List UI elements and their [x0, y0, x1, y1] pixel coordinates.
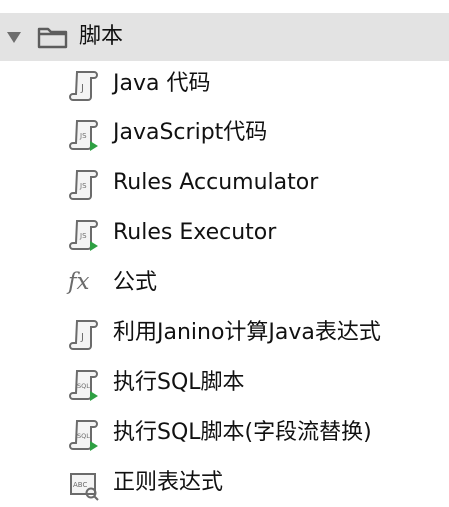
list-item-regex[interactable]: ABC 正则表达式 — [64, 460, 444, 507]
disclosure-triangle-icon[interactable] — [7, 32, 21, 43]
svg-text:JS: JS — [79, 132, 87, 140]
script-run-icon: JS — [69, 120, 98, 151]
list-item-label: 执行SQL脚本 — [113, 370, 245, 395]
list-item-label: JavaScript代码 — [113, 120, 268, 145]
list-item-janino-expression[interactable]: J 利用Janino计算Java表达式 — [64, 310, 444, 358]
fx-icon: fx — [68, 269, 90, 295]
list-item-execute-sql[interactable]: SQL 执行SQL脚本 — [64, 360, 444, 408]
svg-text:JS: JS — [79, 182, 87, 190]
list-item-formula[interactable]: fx 公式 — [64, 260, 444, 308]
list-item-label: 正则表达式 — [113, 470, 224, 495]
svg-text:J: J — [80, 83, 84, 94]
script-icon: JS — [69, 170, 98, 200]
list-item-label: 利用Janino计算Java表达式 — [113, 320, 381, 345]
sql-script-icon: SQL — [69, 370, 98, 401]
list-item-label: 执行SQL脚本(字段流替换) — [113, 420, 372, 445]
list-item-execute-sql-field-stream[interactable]: SQL 执行SQL脚本(字段流替换) — [64, 410, 444, 458]
list-item-label: Rules Accumulator — [113, 170, 319, 195]
list-item-rules-executor[interactable]: JS Rules Executor — [64, 210, 444, 258]
sql-script-icon: SQL — [69, 420, 98, 451]
svg-text:J: J — [80, 332, 84, 343]
list-item-java-code[interactable]: J Java 代码 — [64, 61, 444, 109]
tree-group-header[interactable]: 脚本 — [0, 13, 449, 61]
svg-text:JS: JS — [79, 232, 87, 240]
folder-icon — [37, 27, 68, 49]
group-label: 脚本 — [79, 24, 124, 49]
script-run-icon: JS — [69, 220, 98, 251]
svg-text:SQL: SQL — [77, 382, 90, 390]
list-item-label: 公式 — [113, 270, 158, 295]
script-icon: J — [69, 71, 98, 101]
svg-text:ABC: ABC — [73, 481, 87, 489]
list-item-javascript-code[interactable]: JS JavaScript代码 — [64, 110, 444, 158]
list-item-label: Rules Executor — [113, 220, 277, 245]
svg-text:SQL: SQL — [77, 432, 90, 440]
list-item-label: Java 代码 — [113, 71, 211, 96]
list-item-rules-accumulator[interactable]: JS Rules Accumulator — [64, 160, 444, 208]
script-icon: J — [69, 320, 98, 350]
regex-icon: ABC — [70, 473, 99, 501]
